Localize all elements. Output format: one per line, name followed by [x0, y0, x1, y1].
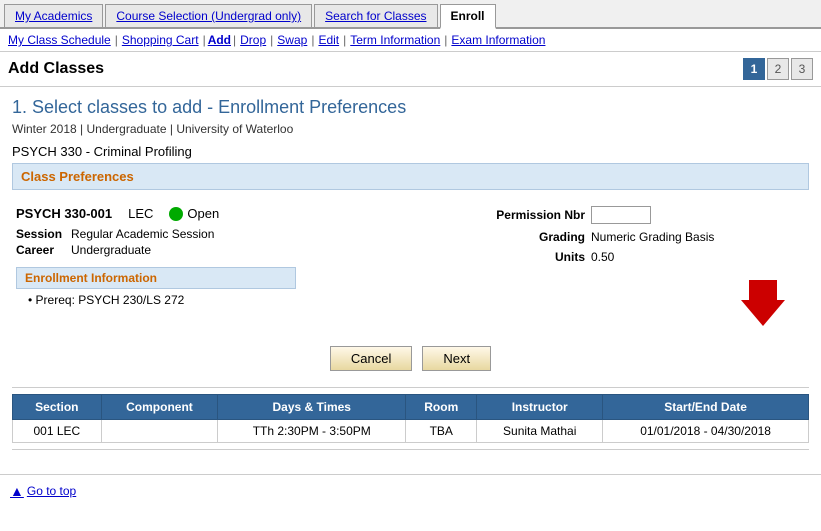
table-row: 001 LEC TTh 2:30PM - 3:50PMTBASunita Math…: [13, 420, 809, 443]
schedule-table: Section Component Days & Times Room Inst…: [12, 394, 809, 443]
down-arrow-icon: [741, 280, 785, 326]
units-value: 0.50: [591, 250, 614, 264]
status-indicator: Open: [169, 206, 219, 221]
tab-enroll[interactable]: Enroll: [440, 4, 496, 29]
class-id: PSYCH 330-001: [16, 206, 112, 221]
section-heading: 1. Select classes to add - Enrollment Pr…: [12, 97, 809, 118]
table-cell: 01/01/2018 - 04/30/2018: [603, 420, 809, 443]
session-value: Regular Academic Session: [71, 227, 214, 241]
main-content: 1. Select classes to add - Enrollment Pr…: [0, 87, 821, 466]
nav-add[interactable]: Add: [208, 33, 231, 47]
session-label: Session: [16, 227, 71, 241]
arrow-shaft: [749, 280, 777, 300]
arrow-container: [485, 270, 805, 336]
go-to-top-link[interactable]: ▲ Go to top: [10, 483, 811, 499]
class-id-row: PSYCH 330-001 LEC Open: [16, 206, 485, 221]
go-top-icon: ▲: [10, 483, 24, 499]
divider: [12, 387, 809, 388]
class-component: LEC: [128, 206, 153, 221]
prereq-row: Prereq: PSYCH 230/LS 272: [28, 293, 485, 307]
secondary-nav: My Class Schedule | Shopping Cart | Add …: [0, 29, 821, 52]
col-section: Section: [13, 395, 102, 420]
permission-label: Permission Nbr: [485, 208, 585, 222]
table-cell: Sunita Mathai: [477, 420, 603, 443]
button-row: Cancel Next: [12, 342, 809, 381]
step-1: 1: [743, 58, 765, 80]
permission-input[interactable]: [591, 206, 651, 224]
page-title: Add Classes: [8, 60, 104, 78]
grading-label: Grading: [485, 230, 585, 244]
sub-info: Winter 2018 | Undergraduate | University…: [12, 122, 809, 136]
go-top-label: Go to top: [27, 484, 76, 498]
table-cell: [101, 420, 218, 443]
page-header: Add Classes 1 2 3: [0, 52, 821, 87]
table-header-row: Section Component Days & Times Room Inst…: [13, 395, 809, 420]
col-instructor: Instructor: [477, 395, 603, 420]
grading-value: Numeric Grading Basis: [591, 230, 714, 244]
col-start-end-date: Start/End Date: [603, 395, 809, 420]
career-value: Undergraduate: [71, 243, 151, 257]
enrollment-info-header: Enrollment Information: [16, 267, 296, 289]
left-details: PSYCH 330-001 LEC Open Session Regular A…: [16, 206, 485, 336]
table-cell: TTh 2:30PM - 3:50PM: [218, 420, 406, 443]
nav-swap[interactable]: Swap: [277, 33, 307, 47]
open-status-dot: [169, 207, 183, 221]
grading-row: Grading Numeric Grading Basis: [485, 230, 805, 244]
table-cell: TBA: [406, 420, 477, 443]
class-details: PSYCH 330-001 LEC Open Session Regular A…: [12, 200, 809, 342]
col-component: Component: [101, 395, 218, 420]
class-preferences-header: Class Preferences: [12, 163, 809, 190]
career-row: Career Undergraduate: [16, 243, 485, 257]
nav-term-information[interactable]: Term Information: [350, 33, 440, 47]
nav-shopping-cart[interactable]: Shopping Cart: [122, 33, 199, 47]
tab-my-academics[interactable]: My Academics: [4, 4, 103, 27]
next-button[interactable]: Next: [422, 346, 491, 371]
cancel-button[interactable]: Cancel: [330, 346, 412, 371]
career-label: Career: [16, 243, 71, 257]
step-2: 2: [767, 58, 789, 80]
right-details: Permission Nbr Grading Numeric Grading B…: [485, 206, 805, 336]
status-label: Open: [187, 206, 219, 221]
table-cell: 001 LEC: [13, 420, 102, 443]
arrow-head: [741, 300, 785, 326]
top-nav: My Academics Course Selection (Undergrad…: [0, 0, 821, 29]
step-indicators: 1 2 3: [743, 58, 813, 80]
col-room: Room: [406, 395, 477, 420]
units-row: Units 0.50: [485, 250, 805, 264]
nav-edit[interactable]: Edit: [318, 33, 339, 47]
nav-my-class-schedule[interactable]: My Class Schedule: [8, 33, 111, 47]
units-label: Units: [485, 250, 585, 264]
step-3: 3: [791, 58, 813, 80]
footer: ▲ Go to top: [0, 474, 821, 507]
session-row: Session Regular Academic Session: [16, 227, 485, 241]
nav-drop[interactable]: Drop: [240, 33, 266, 47]
permission-row: Permission Nbr: [485, 206, 805, 224]
tab-course-selection[interactable]: Course Selection (Undergrad only): [105, 4, 312, 27]
tab-search-classes[interactable]: Search for Classes: [314, 4, 437, 27]
course-name: PSYCH 330 - Criminal Profiling: [12, 144, 809, 159]
col-days-times: Days & Times: [218, 395, 406, 420]
nav-exam-information[interactable]: Exam Information: [451, 33, 545, 47]
divider-2: [12, 449, 809, 450]
